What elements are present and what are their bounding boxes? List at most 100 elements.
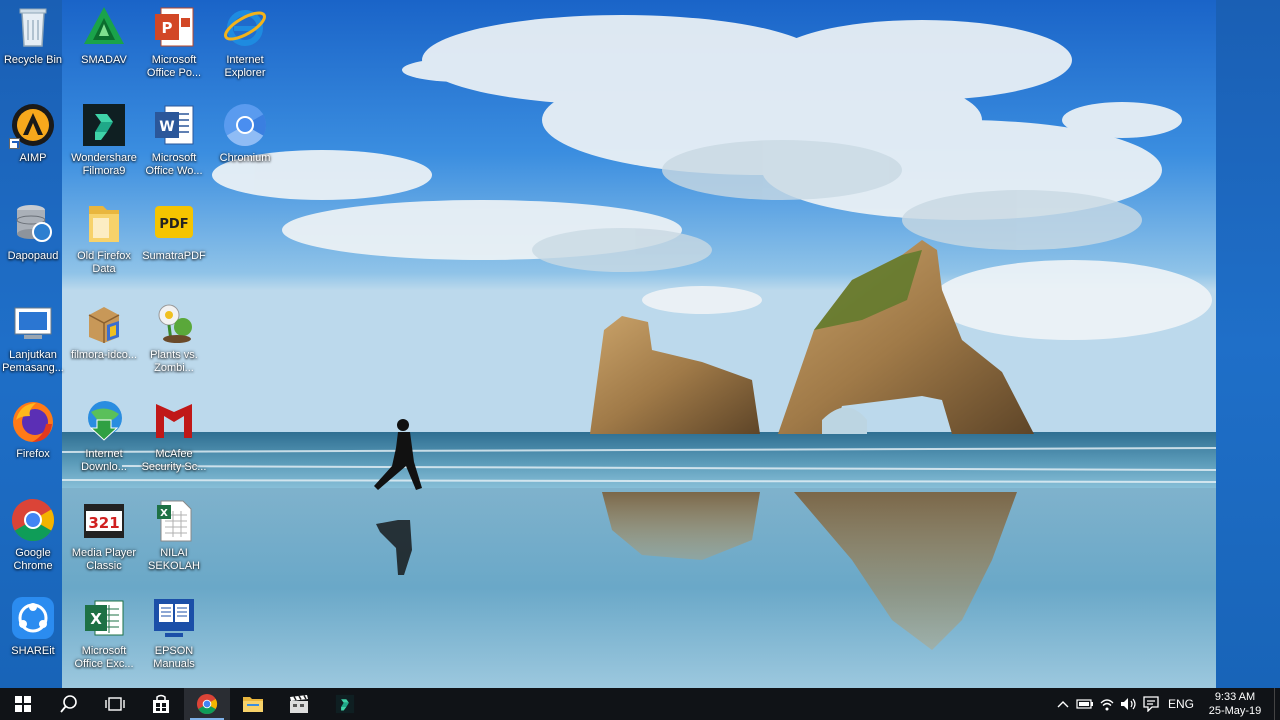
database-icon xyxy=(10,200,56,246)
desktop-icon-smadav[interactable]: SMADAV xyxy=(66,2,142,98)
desktop-icon-old-firefox-data[interactable]: Old Firefox Data xyxy=(66,198,142,294)
clock[interactable]: 9:33 AM 25-May-19 xyxy=(1200,688,1270,720)
word-icon: W xyxy=(151,102,197,148)
speaker-icon xyxy=(1120,698,1136,710)
icon-label: Internet Explorer xyxy=(224,54,266,79)
pdf-icon: PDF xyxy=(151,200,197,246)
network-button[interactable] xyxy=(1096,688,1118,720)
desktop-icon-aimp[interactable]: AIMP xyxy=(0,100,71,196)
icon-label: SumatraPDF xyxy=(142,250,206,262)
icon-label: Microsoft Office Po... xyxy=(146,54,202,79)
svg-text:PDF: PDF xyxy=(159,217,188,232)
desktop-icon-excel[interactable]: X Microsoft Office Exc... xyxy=(66,593,142,688)
desktop-icon-google-chrome[interactable]: Google Chrome xyxy=(0,495,71,591)
task-view-button[interactable] xyxy=(92,688,138,720)
plants-icon xyxy=(151,299,197,345)
chevron-up-icon xyxy=(1057,701,1069,708)
ie-icon xyxy=(222,4,268,50)
svg-text:X: X xyxy=(90,610,102,628)
installer-box-icon xyxy=(81,299,127,345)
battery-icon xyxy=(1076,699,1093,709)
language-indicator[interactable]: ENG xyxy=(1162,688,1200,720)
store-icon xyxy=(153,694,169,713)
desktop-icon-dapopaud[interactable]: Dapopaud xyxy=(0,198,71,294)
taskbar: ENG 9:33 AM 25-May-19 xyxy=(0,688,1280,720)
search-icon xyxy=(60,695,77,713)
system-tray: ENG 9:33 AM 25-May-19 xyxy=(1052,688,1280,720)
desktop-icon-lanjutkan[interactable]: Lanjutkan Pemasang... xyxy=(0,297,71,393)
show-desktop-button[interactable] xyxy=(1274,688,1280,720)
spreadsheet-file-icon: X xyxy=(151,497,197,543)
desktop-icon-firefox[interactable]: Firefox xyxy=(0,396,71,492)
desktop-icon-mcafee[interactable]: McAfee Security Sc... xyxy=(136,396,212,492)
chrome-taskbar-button[interactable] xyxy=(184,688,230,720)
desktop-right-strip xyxy=(1216,0,1280,688)
clock-time: 9:33 AM xyxy=(1214,691,1256,703)
desktop-icon-powerpoint[interactable]: P Microsoft Office Po... xyxy=(136,2,212,98)
installer-icon xyxy=(10,299,56,345)
desktop-icon-word[interactable]: W Microsoft Office Wo... xyxy=(136,100,212,196)
smadav-icon xyxy=(81,4,127,50)
volume-button[interactable] xyxy=(1118,688,1140,720)
store-button[interactable] xyxy=(138,688,184,720)
clock-date: 25-May-19 xyxy=(1208,705,1262,717)
icon-label: AIMP xyxy=(19,152,47,164)
idm-icon xyxy=(81,398,127,444)
desktop-icon-media-player-classic[interactable]: 321 Media Player Classic xyxy=(66,495,142,591)
svg-text:X: X xyxy=(160,508,168,519)
clapper-icon xyxy=(290,695,308,713)
desktop-icon-recycle-bin[interactable]: Recycle Bin xyxy=(0,2,71,98)
icon-label: Lanjutkan Pemasang... xyxy=(2,349,64,374)
icon-label: Internet Downlo... xyxy=(81,448,127,473)
icon-label: Media Player Classic xyxy=(71,547,137,572)
firefox-icon xyxy=(10,398,56,444)
file-explorer-button[interactable] xyxy=(230,688,276,720)
icon-label: EPSON Manuals xyxy=(153,645,195,670)
desktop-icon-filmora-installer[interactable]: filmora-idco... xyxy=(66,297,142,393)
icon-label: Dapopaud xyxy=(7,250,59,262)
icon-label: Microsoft Office Wo... xyxy=(145,152,203,177)
action-center-button[interactable] xyxy=(1140,688,1162,720)
icon-label: filmora-idco... xyxy=(70,349,138,361)
search-button[interactable] xyxy=(46,688,92,720)
icon-label: Old Firefox Data xyxy=(77,250,131,275)
chrome-icon xyxy=(196,693,218,715)
powerpoint-icon: P xyxy=(151,4,197,50)
windows-logo-icon xyxy=(15,696,31,712)
shareit-icon xyxy=(10,595,56,641)
desktop-icon-internet-explorer[interactable]: Internet Explorer xyxy=(207,2,283,98)
icon-label: Plants vs. Zombi... xyxy=(150,349,198,374)
desktop-icon-filmora[interactable]: Wondershare Filmora9 xyxy=(66,100,142,196)
mcafee-icon xyxy=(151,398,197,444)
filmora-taskbar-button[interactable] xyxy=(322,688,368,720)
media-app-button[interactable] xyxy=(276,688,322,720)
show-hidden-icons-button[interactable] xyxy=(1052,688,1074,720)
desktop-icon-epson-manuals[interactable]: EPSON Manuals xyxy=(136,593,212,688)
icon-label: Firefox xyxy=(16,448,50,460)
media-player-icon: 321 xyxy=(81,497,127,543)
chromium-icon xyxy=(222,102,268,148)
svg-text:P: P xyxy=(162,19,173,37)
icon-label: Wondershare Filmora9 xyxy=(71,152,137,177)
icon-label: SMADAV xyxy=(81,54,127,66)
desktop-icon-sumatrapdf[interactable]: PDF SumatraPDF xyxy=(136,198,212,294)
filmora-icon xyxy=(335,694,355,714)
icon-label: NILAI SEKOLAH xyxy=(148,547,200,572)
battery-button[interactable] xyxy=(1074,688,1096,720)
desktop-icon-shareit[interactable]: SHAREit xyxy=(0,593,71,688)
wifi-icon xyxy=(1100,699,1114,711)
excel-icon: X xyxy=(81,595,127,641)
desktop-icon-plants-vs-zombies[interactable]: Plants vs. Zombi... xyxy=(136,297,212,393)
icon-label: McAfee Security Sc... xyxy=(141,448,207,473)
chrome-icon xyxy=(10,497,56,543)
desktop-icon-internet-download-manager[interactable]: Internet Downlo... xyxy=(66,396,142,492)
svg-text:W: W xyxy=(159,119,174,135)
folder-icon xyxy=(243,697,263,712)
filmora-icon xyxy=(81,102,127,148)
desktop[interactable]: Recycle Bin AIMP Dapopaud Lanjutkan Pema… xyxy=(0,0,1280,688)
icon-label: Chromium xyxy=(219,152,271,164)
epson-icon xyxy=(151,595,197,641)
desktop-icon-chromium[interactable]: Chromium xyxy=(207,100,283,196)
desktop-icon-nilai-sekolah[interactable]: X NILAI SEKOLAH xyxy=(136,495,212,591)
start-button[interactable] xyxy=(0,688,46,720)
